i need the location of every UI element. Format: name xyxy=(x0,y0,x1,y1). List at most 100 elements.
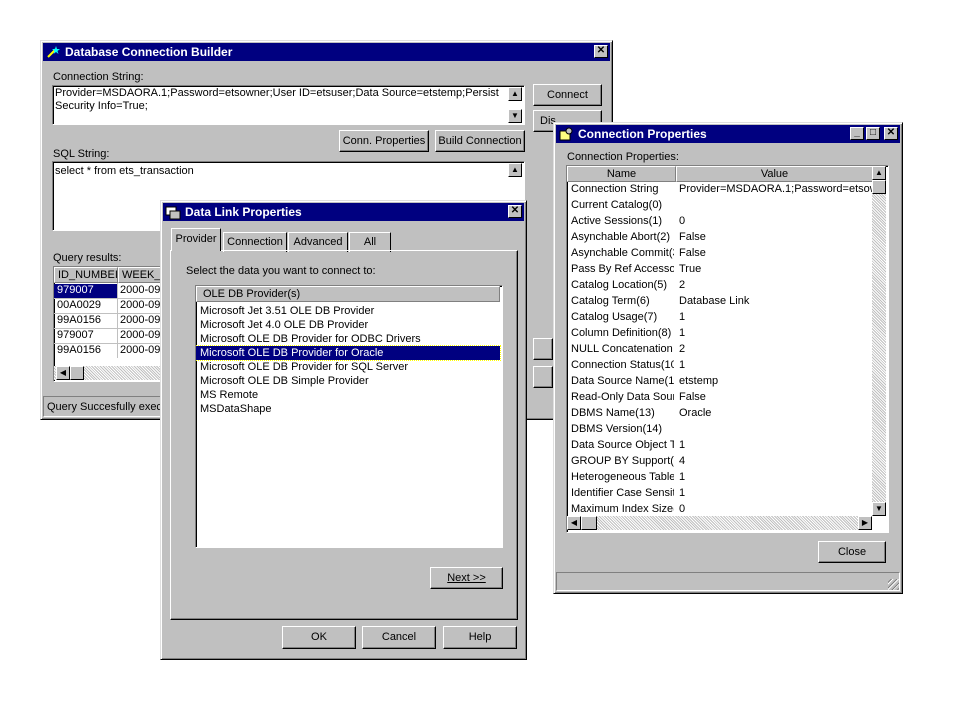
close-icon[interactable]: ✕ xyxy=(884,127,898,140)
property-row[interactable]: Catalog Usage(7) 1 xyxy=(567,310,872,326)
property-row[interactable]: Asynchable Commit(3 False xyxy=(567,246,872,262)
property-name: Connection Status(10 xyxy=(571,359,674,371)
tab-all[interactable]: All xyxy=(349,232,391,252)
resize-grip[interactable] xyxy=(888,579,899,590)
query-results-grid[interactable]: ID_NUMBEI WEEK_E 979007 2000-09 00A0029 … xyxy=(53,266,163,382)
provider-list-header[interactable]: OLE DB Provider(s) xyxy=(196,286,500,302)
property-row[interactable]: NULL Concatenation 2 xyxy=(567,342,872,358)
scroll-thumb[interactable] xyxy=(70,366,84,380)
property-value: Database Link xyxy=(679,295,750,307)
property-name: Maximum Index Size( xyxy=(571,503,674,515)
scroll-right-button[interactable]: ▶ xyxy=(858,516,872,530)
scroll-left-button[interactable]: ◀ xyxy=(567,516,581,530)
close-button[interactable]: Close xyxy=(818,541,886,563)
grid-cell[interactable]: 00A0029 xyxy=(57,299,117,311)
select-prompt: Select the data you want to connect to: xyxy=(186,265,376,277)
title-bar[interactable]: Data Link Properties ✕ xyxy=(163,203,524,221)
property-name: Data Source Object T xyxy=(571,439,674,451)
provider-item[interactable]: Microsoft OLE DB Provider for SQL Server xyxy=(196,360,500,374)
property-name: Active Sessions(1) xyxy=(571,215,663,227)
provider-item[interactable]: Microsoft Jet 4.0 OLE DB Provider xyxy=(196,318,500,332)
property-row[interactable]: Asynchable Abort(2) False xyxy=(567,230,872,246)
tab-provider[interactable]: Provider xyxy=(171,228,221,251)
datalink-icon xyxy=(165,204,181,220)
grid-cell[interactable]: 99A0156 xyxy=(57,314,117,326)
property-row[interactable]: Column Definition(8) 1 xyxy=(567,326,872,342)
tab-advanced[interactable]: Advanced xyxy=(288,232,348,252)
side-button[interactable] xyxy=(533,366,553,388)
vertical-scrollbar[interactable] xyxy=(872,166,886,516)
help-button[interactable]: Help xyxy=(443,626,517,649)
scroll-down-button[interactable]: ▼ xyxy=(872,502,886,516)
property-row[interactable]: Identifier Case Sensiti 1 xyxy=(567,486,872,502)
property-row[interactable]: Catalog Term(6) Database Link xyxy=(567,294,872,310)
horizontal-scrollbar[interactable] xyxy=(567,516,872,530)
ok-button[interactable]: OK xyxy=(282,626,356,649)
minimize-icon[interactable]: _ xyxy=(850,127,864,140)
next-button[interactable]: Next >> xyxy=(430,567,503,589)
status-text: Query Succesfully execu xyxy=(47,401,163,413)
grid-cell[interactable]: 99A0156 xyxy=(57,344,117,356)
provider-item[interactable]: MSDataShape xyxy=(196,402,500,416)
connection-string-field[interactable]: Provider=MSDAORA.1;Password=etsowner;Use… xyxy=(52,85,525,125)
grid-cell[interactable]: 979007 xyxy=(57,329,117,341)
cancel-button[interactable]: Cancel xyxy=(362,626,436,649)
property-row[interactable]: Active Sessions(1) 0 xyxy=(567,214,872,230)
property-row[interactable]: Data Source Name(1 etstemp xyxy=(567,374,872,390)
close-icon[interactable]: ✕ xyxy=(508,205,522,218)
scroll-up-button[interactable]: ▲ xyxy=(508,87,522,101)
grid-header[interactable]: WEEK_E xyxy=(118,267,162,283)
property-row[interactable]: GROUP BY Support(4 xyxy=(567,454,872,470)
value-column-header[interactable]: Value xyxy=(676,166,873,182)
grid-cell[interactable]: 2000-09 xyxy=(120,314,162,326)
properties-grid[interactable]: Name Value Connection String Provider=MSD… xyxy=(566,165,889,533)
status-bar: Query Succesfully execu xyxy=(43,396,163,417)
provider-list[interactable]: OLE DB Provider(s) Microsoft Jet 3.51 OL… xyxy=(195,285,503,548)
property-row[interactable]: Pass By Ref Accesso True xyxy=(567,262,872,278)
grid-line xyxy=(54,343,162,344)
scroll-thumb[interactable] xyxy=(872,180,886,194)
property-rows: Connection String Provider=MSDAORA.1;Pass… xyxy=(567,182,872,516)
provider-item[interactable]: Microsoft OLE DB Provider for ODBC Drive… xyxy=(196,332,500,346)
grid-cell[interactable]: 2000-09 xyxy=(120,299,162,311)
property-row[interactable]: Read-Only Data Sour False xyxy=(567,390,872,406)
property-row[interactable]: DBMS Version(14) xyxy=(567,422,872,438)
title-bar[interactable]: Connection Properties _ □ ✕ xyxy=(556,125,900,143)
grid-cell[interactable]: 2000-09 xyxy=(120,284,162,296)
scroll-thumb[interactable] xyxy=(581,516,597,530)
query-results-label: Query results: xyxy=(53,252,122,264)
grid-header[interactable]: ID_NUMBEI xyxy=(54,267,118,283)
scroll-up-button[interactable]: ▲ xyxy=(508,163,522,177)
side-button[interactable] xyxy=(533,338,553,360)
property-value: 0 xyxy=(679,503,686,515)
scroll-down-button[interactable]: ▼ xyxy=(508,109,522,123)
property-row[interactable]: Catalog Location(5) 2 xyxy=(567,278,872,294)
property-row[interactable]: DBMS Name(13) Oracle xyxy=(567,406,872,422)
property-row[interactable]: Data Source Object T 1 xyxy=(567,438,872,454)
grid-line xyxy=(54,313,162,314)
build-connection-button[interactable]: Build Connection xyxy=(435,130,525,152)
connect-button[interactable]: Connect xyxy=(533,84,602,106)
provider-item[interactable]: Microsoft Jet 3.51 OLE DB Provider xyxy=(196,304,500,318)
provider-item-selected[interactable]: Microsoft OLE DB Provider for Oracle xyxy=(196,345,501,361)
tab-connection[interactable]: Connection xyxy=(223,232,287,252)
grid-cell[interactable]: 2000-09 xyxy=(120,344,162,356)
property-row[interactable]: Connection Status(10 1 xyxy=(567,358,872,374)
name-column-header[interactable]: Name xyxy=(567,166,676,182)
connection-properties-window: Connection Properties _ □ ✕ Connection P… xyxy=(553,122,903,594)
property-row[interactable]: Heterogeneous Table 1 xyxy=(567,470,872,486)
grid-cell[interactable]: 979007 xyxy=(54,284,117,298)
scroll-left-button[interactable]: ◀ xyxy=(56,366,70,380)
provider-item[interactable]: Microsoft OLE DB Simple Provider xyxy=(196,374,500,388)
property-row[interactable]: Current Catalog(0) xyxy=(567,198,872,214)
title-bar[interactable]: Database Connection Builder ✕ xyxy=(43,43,610,61)
grid-cell[interactable]: 2000-09 xyxy=(120,329,162,341)
maximize-icon[interactable]: □ xyxy=(866,127,880,140)
conn-properties-button[interactable]: Conn. Properties xyxy=(339,130,429,152)
close-icon[interactable]: ✕ xyxy=(594,45,608,58)
property-name: NULL Concatenation xyxy=(571,343,673,355)
property-row[interactable]: Connection String Provider=MSDAORA.1;Pass… xyxy=(567,182,872,198)
property-value: 1 xyxy=(679,487,686,499)
provider-item[interactable]: MS Remote xyxy=(196,388,500,402)
scroll-up-button[interactable]: ▲ xyxy=(872,166,886,180)
